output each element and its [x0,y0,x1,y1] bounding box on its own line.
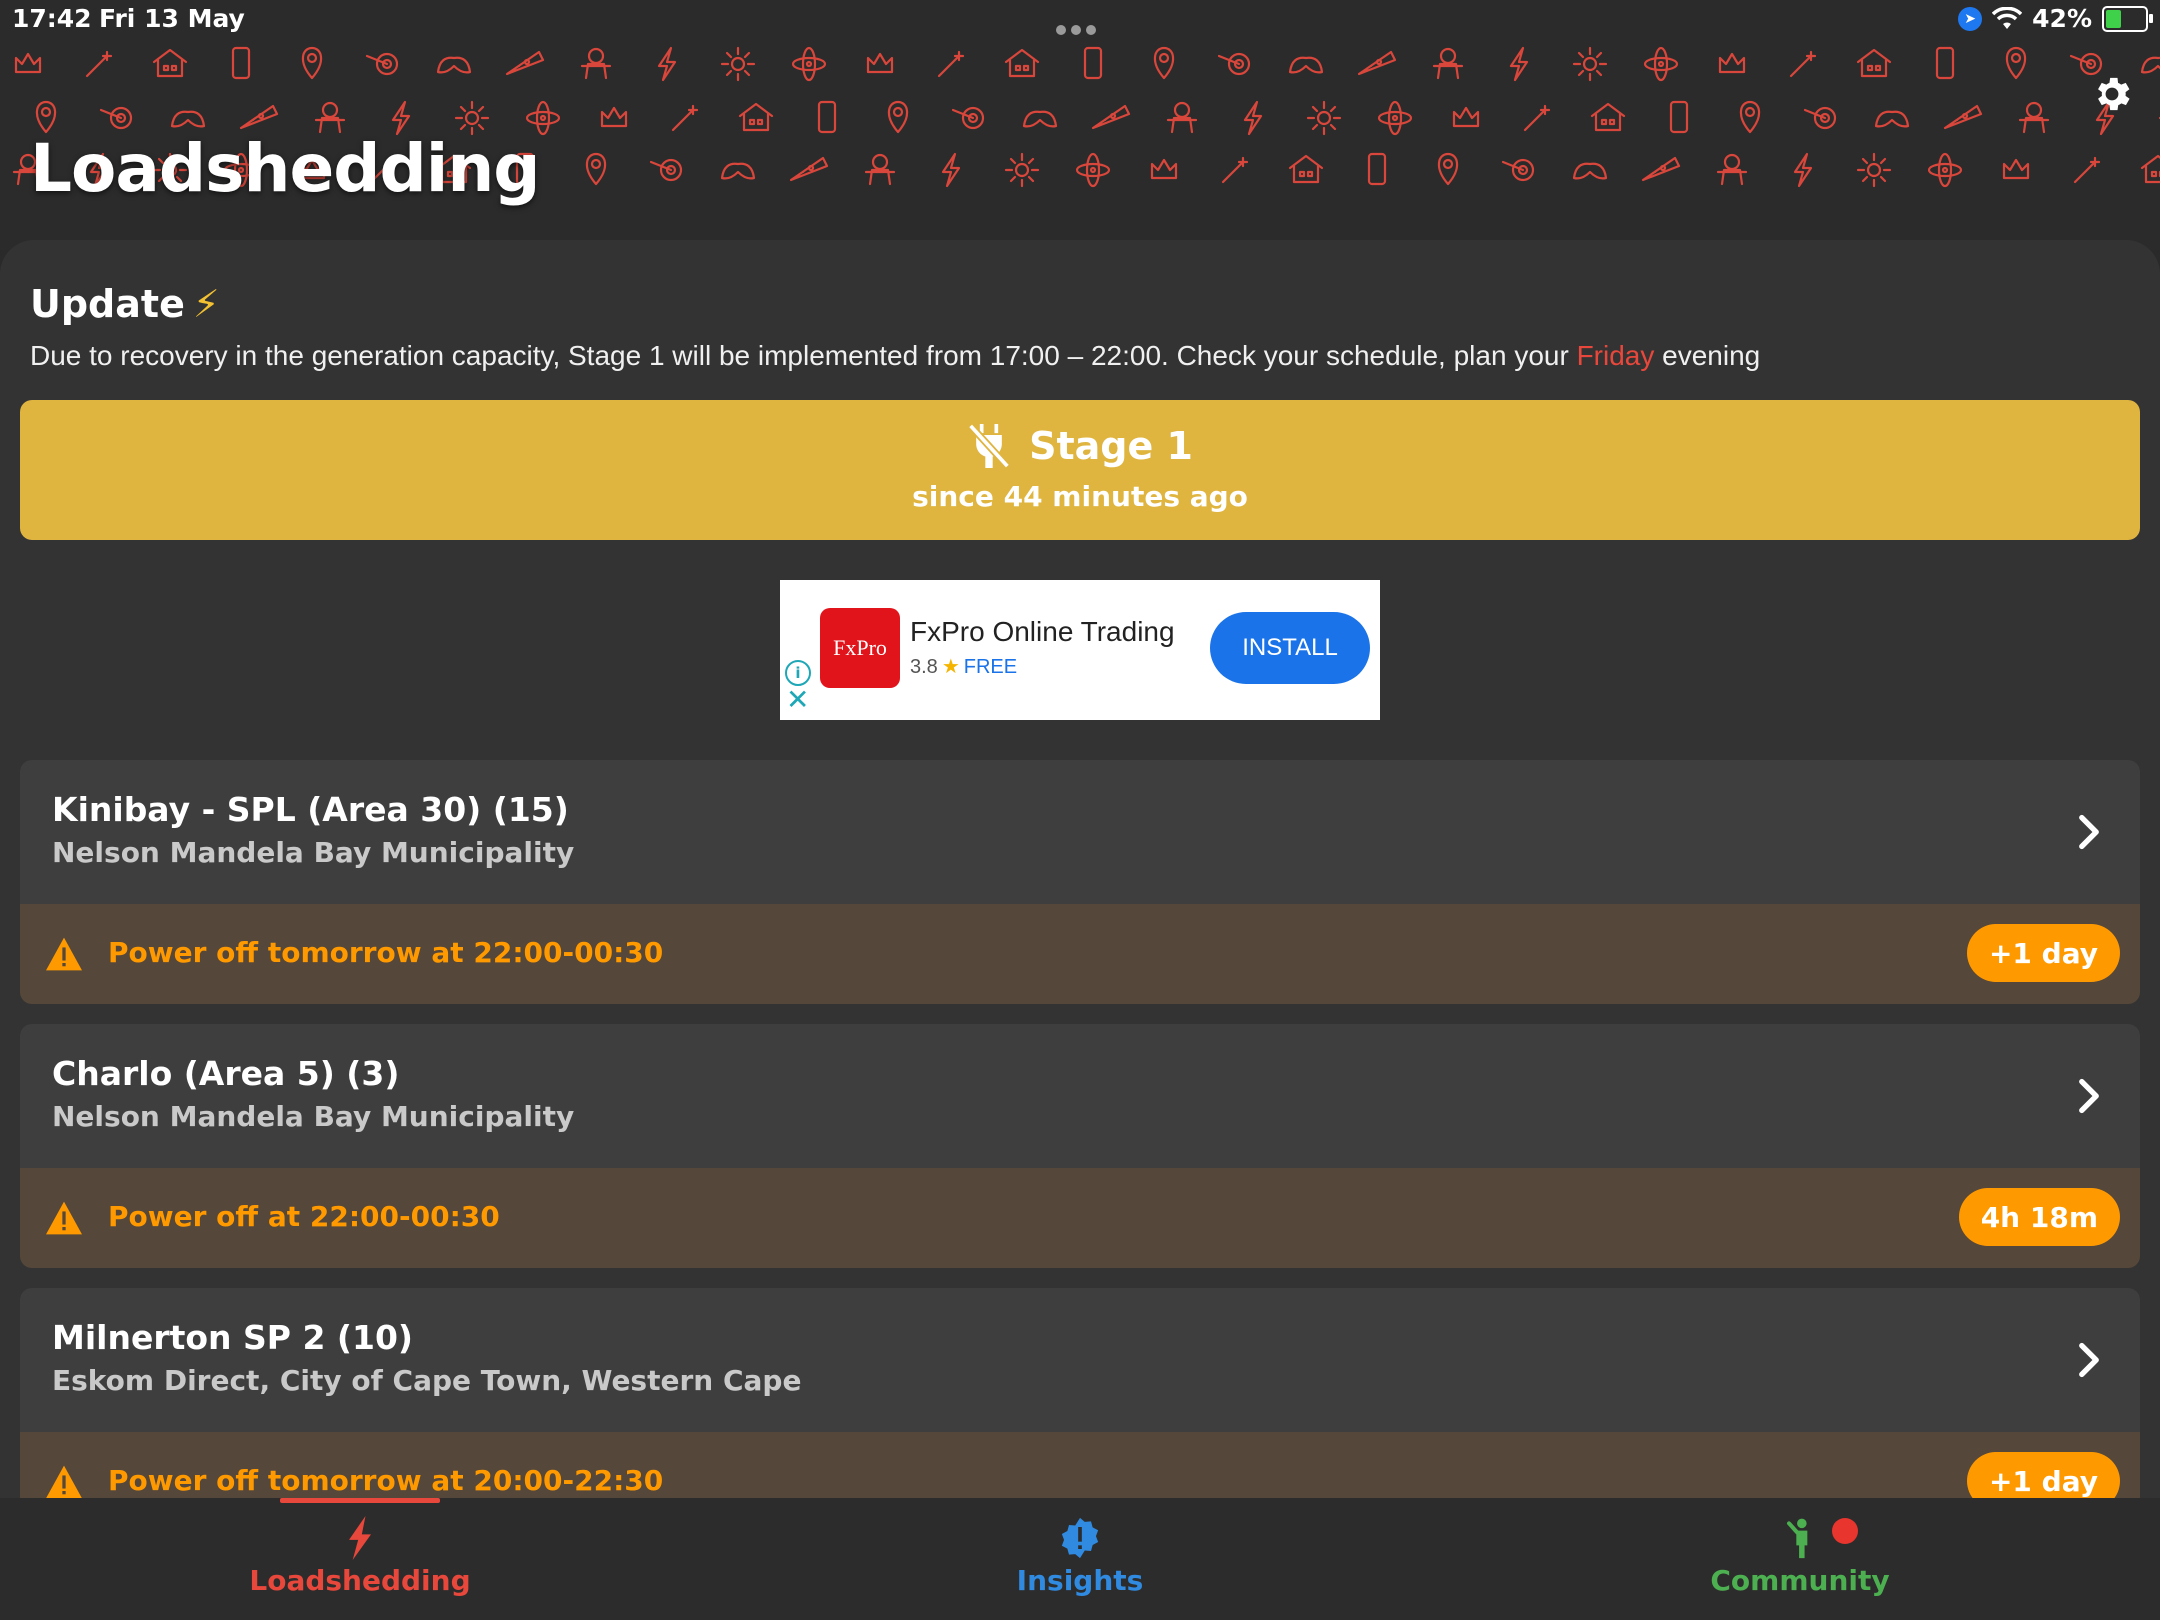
main-panel: Update ⚡ Due to recovery in the generatio… [0,240,2160,1498]
warning-icon [46,1465,82,1498]
ad-install-button[interactable]: INSTALL [1210,612,1370,684]
page-title: Loadshedding [30,130,541,207]
ad-close-icon[interactable]: ✕ [786,686,809,714]
power-off-plug-icon [968,423,1011,469]
notification-dot [1832,1518,1858,1544]
time-badge: 4h 18m [1958,1188,2120,1246]
advertisement[interactable]: FxPro FxPro Online Trading 3.8 ★ FREE INST… [780,580,1380,720]
area-name: Milnerton SP 2 (10) [52,1318,414,1357]
update-text-before: Due to recovery in the generation capaci… [30,340,1577,371]
area-status: Power off tomorrow at 22:00-00:30 [108,936,664,969]
warning-icon [46,937,82,971]
battery-icon [2102,5,2153,32]
area-card[interactable]: Charlo (Area 5) (3) Nelson Mandela Bay M… [20,1024,2140,1268]
time-badge: +1 day [1966,1452,2120,1498]
warning-icon [46,1201,82,1235]
chevron-right-icon[interactable] [2078,1342,2100,1378]
settings-gear-icon[interactable] [2090,72,2134,116]
update-text-after: evening [1654,340,1761,371]
tab-bar: Loadshedding Insights Community [0,1498,2160,1620]
stage-banner[interactable]: Stage 1 since 44 minutes ago [20,400,2140,540]
ad-rating: 3.8 [910,656,938,678]
chevron-right-icon[interactable] [2078,814,2100,850]
area-card[interactable]: Kinibay - SPL (Area 30) (15) Nelson Mand… [20,760,2140,1004]
header: 17:42 Fri 13 May ➤ 42% Loadshedding [0,0,2160,250]
update-highlight: Friday [1576,340,1655,371]
star-icon: ★ [941,656,960,678]
area-name: Charlo (Area 5) (3) [52,1054,400,1093]
stage-since: since 44 minutes ago [912,480,1248,513]
area-name: Kinibay - SPL (Area 30) (15) [52,790,569,829]
ad-logo: FxPro [820,608,900,688]
tab-loadshedding[interactable]: Loadshedding [210,1516,510,1597]
status-time: 17:42 [12,4,92,33]
status-bar: 17:42 Fri 13 May ➤ 42% [0,0,2160,40]
person-waving-icon [1786,1518,1808,1559]
chevron-right-icon[interactable] [2078,1078,2100,1114]
battery-percent: 42% [2032,4,2092,33]
active-tab-indicator [280,1498,440,1503]
update-message: Due to recovery in the generation capaci… [30,340,1760,372]
update-heading: Update ⚡ [30,282,220,326]
multitasking-dots-icon[interactable] [1056,12,1104,35]
ad-meta: 3.8 ★ FREE [910,654,1017,679]
insights-badge-icon [1061,1517,1099,1559]
tab-label: Insights [1016,1564,1144,1597]
time-badge: +1 day [1966,924,2120,982]
ad-app-name: FxPro Online Trading [910,616,1175,647]
area-status: Power off tomorrow at 20:00-22:30 [108,1464,664,1497]
status-date: Fri 13 May [99,4,245,33]
location-icon: ➤ [1958,6,1983,31]
stage-label: Stage 1 [1029,424,1193,468]
area-card[interactable]: Milnerton SP 2 (10) Eskom Direct, City o… [20,1288,2140,1498]
tab-insights[interactable]: Insights [930,1516,1230,1597]
tab-community[interactable]: Community [1650,1516,1950,1597]
tab-label: Community [1710,1564,1890,1597]
wifi-icon [1992,6,2023,29]
area-municipality: Nelson Mandela Bay Municipality [52,1100,575,1133]
area-municipality: Nelson Mandela Bay Municipality [52,836,575,869]
lightning-icon: ⚡ [192,282,220,326]
area-municipality: Eskom Direct, City of Cape Town, Western… [52,1364,802,1397]
area-status: Power off at 22:00-00:30 [108,1200,500,1233]
ad-price: FREE [963,656,1018,678]
lightning-tab-icon [349,1516,371,1560]
tab-label: Loadshedding [249,1564,471,1597]
update-title-text: Update [30,282,185,326]
